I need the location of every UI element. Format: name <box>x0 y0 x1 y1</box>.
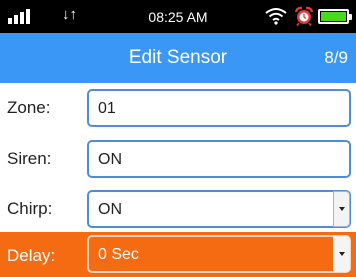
title-bar: Edit Sensor 8/9 <box>0 33 356 83</box>
zone-row: Zone: 01 <box>0 84 356 132</box>
chirp-value: ON <box>98 201 122 218</box>
delay-dropdown-button[interactable] <box>333 236 350 272</box>
chirp-label: Chirp: <box>7 199 53 218</box>
delay-row: Delay: 0 Sec <box>0 232 356 277</box>
zone-label: Zone: <box>7 98 51 117</box>
siren-label: Siren: <box>7 149 52 168</box>
siren-row: Siren: ON <box>0 135 356 183</box>
chirp-dropdown-button[interactable] <box>333 191 350 227</box>
delay-value: 0 Sec <box>98 246 139 263</box>
siren-value: ON <box>98 151 122 168</box>
delay-label: Delay: <box>7 246 56 265</box>
zone-value: 01 <box>98 100 116 117</box>
delay-select[interactable]: 0 Sec <box>87 235 351 273</box>
zone-field[interactable]: 01 <box>87 89 351 127</box>
alarm-clock-icon <box>294 6 314 26</box>
chirp-row: Chirp: ON <box>0 185 356 233</box>
chevron-down-icon <box>339 207 345 211</box>
page-title: Edit Sensor <box>128 47 228 68</box>
battery-icon <box>318 9 352 24</box>
chevron-down-icon <box>339 252 345 256</box>
siren-field[interactable]: ON <box>87 140 351 178</box>
chirp-select[interactable]: ON <box>87 190 351 228</box>
status-bar: ↓↑ 08:25 AM <box>0 0 356 33</box>
page-indicator: 8/9 <box>324 48 348 67</box>
wifi-icon <box>265 8 287 25</box>
